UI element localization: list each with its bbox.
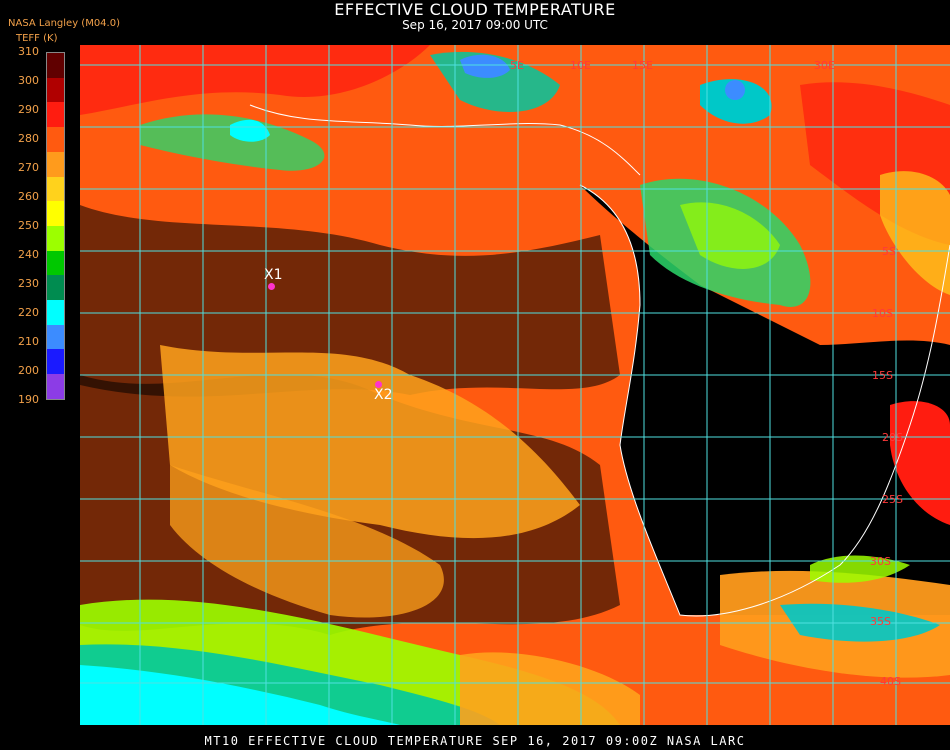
colorbar-tick-label: 290	[18, 103, 39, 116]
grid-label: 15E	[632, 59, 653, 72]
footer-caption: MT10 EFFECTIVE CLOUD TEMPERATURE SEP 16,…	[204, 734, 746, 748]
grid-label: 5S	[882, 245, 896, 258]
colorbar-tick-label: 220	[18, 306, 39, 319]
satellite-image: 15E 30E 5E 10E 5S 10S 15S 20S 25S 30S 35…	[80, 45, 950, 725]
colorbar-swatch	[47, 176, 64, 202]
colorbar-tick-label: 240	[18, 248, 39, 261]
colorbar-tick-label: 250	[18, 219, 39, 232]
colorbar-swatch	[47, 250, 64, 276]
colorbar-tick-label: 190	[18, 393, 39, 406]
grid-label: 10E	[570, 59, 591, 72]
grid-label: 20S	[882, 431, 903, 444]
colorbar-swatch	[47, 127, 64, 152]
colorbar-swatch	[47, 275, 64, 301]
grid-label: 15S	[872, 369, 893, 382]
colorbar-swatch	[47, 324, 64, 350]
colorbar-tick-label: 280	[18, 132, 39, 145]
grid-label: 40S	[880, 675, 901, 688]
colorbar-swatch	[47, 300, 64, 325]
map-title: EFFECTIVE CLOUD TEMPERATURE	[334, 0, 616, 19]
colorbar	[46, 52, 65, 400]
grid-label: 10S	[872, 307, 893, 320]
colorbar-swatch	[47, 349, 64, 375]
colorbar-tick-label: 270	[18, 161, 39, 174]
product-label: NASA Langley (M04.0)	[8, 18, 120, 29]
marker-x2-label: X2	[374, 387, 393, 403]
marker-x1-dot	[268, 283, 275, 290]
colorbar-tick-label: 310	[18, 45, 39, 58]
colorbar-swatch	[47, 151, 64, 177]
map-canvas: 15E 30E 5E 10E 5S 10S 15S 20S 25S 30S 35…	[80, 45, 950, 725]
colorbar-tick-label: 260	[18, 190, 39, 203]
colorbar-swatch	[47, 77, 64, 103]
colorbar-unit-label: TEFF (K)	[16, 33, 58, 44]
colorbar-swatch	[47, 374, 64, 399]
grid-label: 30S	[870, 555, 891, 568]
colorbar-tick-label: 200	[18, 364, 39, 377]
colorbar-swatch	[47, 225, 64, 251]
grid-label: 35S	[870, 615, 891, 628]
map-datetime: Sep 16, 2017 09:00 UTC	[402, 18, 548, 32]
colorbar-tick-label: 300	[18, 74, 39, 87]
colorbar-tick-label: 210	[18, 335, 39, 348]
grid-label: 5E	[510, 59, 524, 72]
colorbar-tick-label: 230	[18, 277, 39, 290]
grid-label: 30E	[814, 59, 835, 72]
colorbar-swatch	[47, 201, 64, 226]
colorbar-swatch	[47, 102, 64, 128]
colorbar-swatch	[47, 53, 64, 78]
grid-label: 25S	[882, 493, 903, 506]
marker-x1-label: X1	[264, 267, 283, 283]
